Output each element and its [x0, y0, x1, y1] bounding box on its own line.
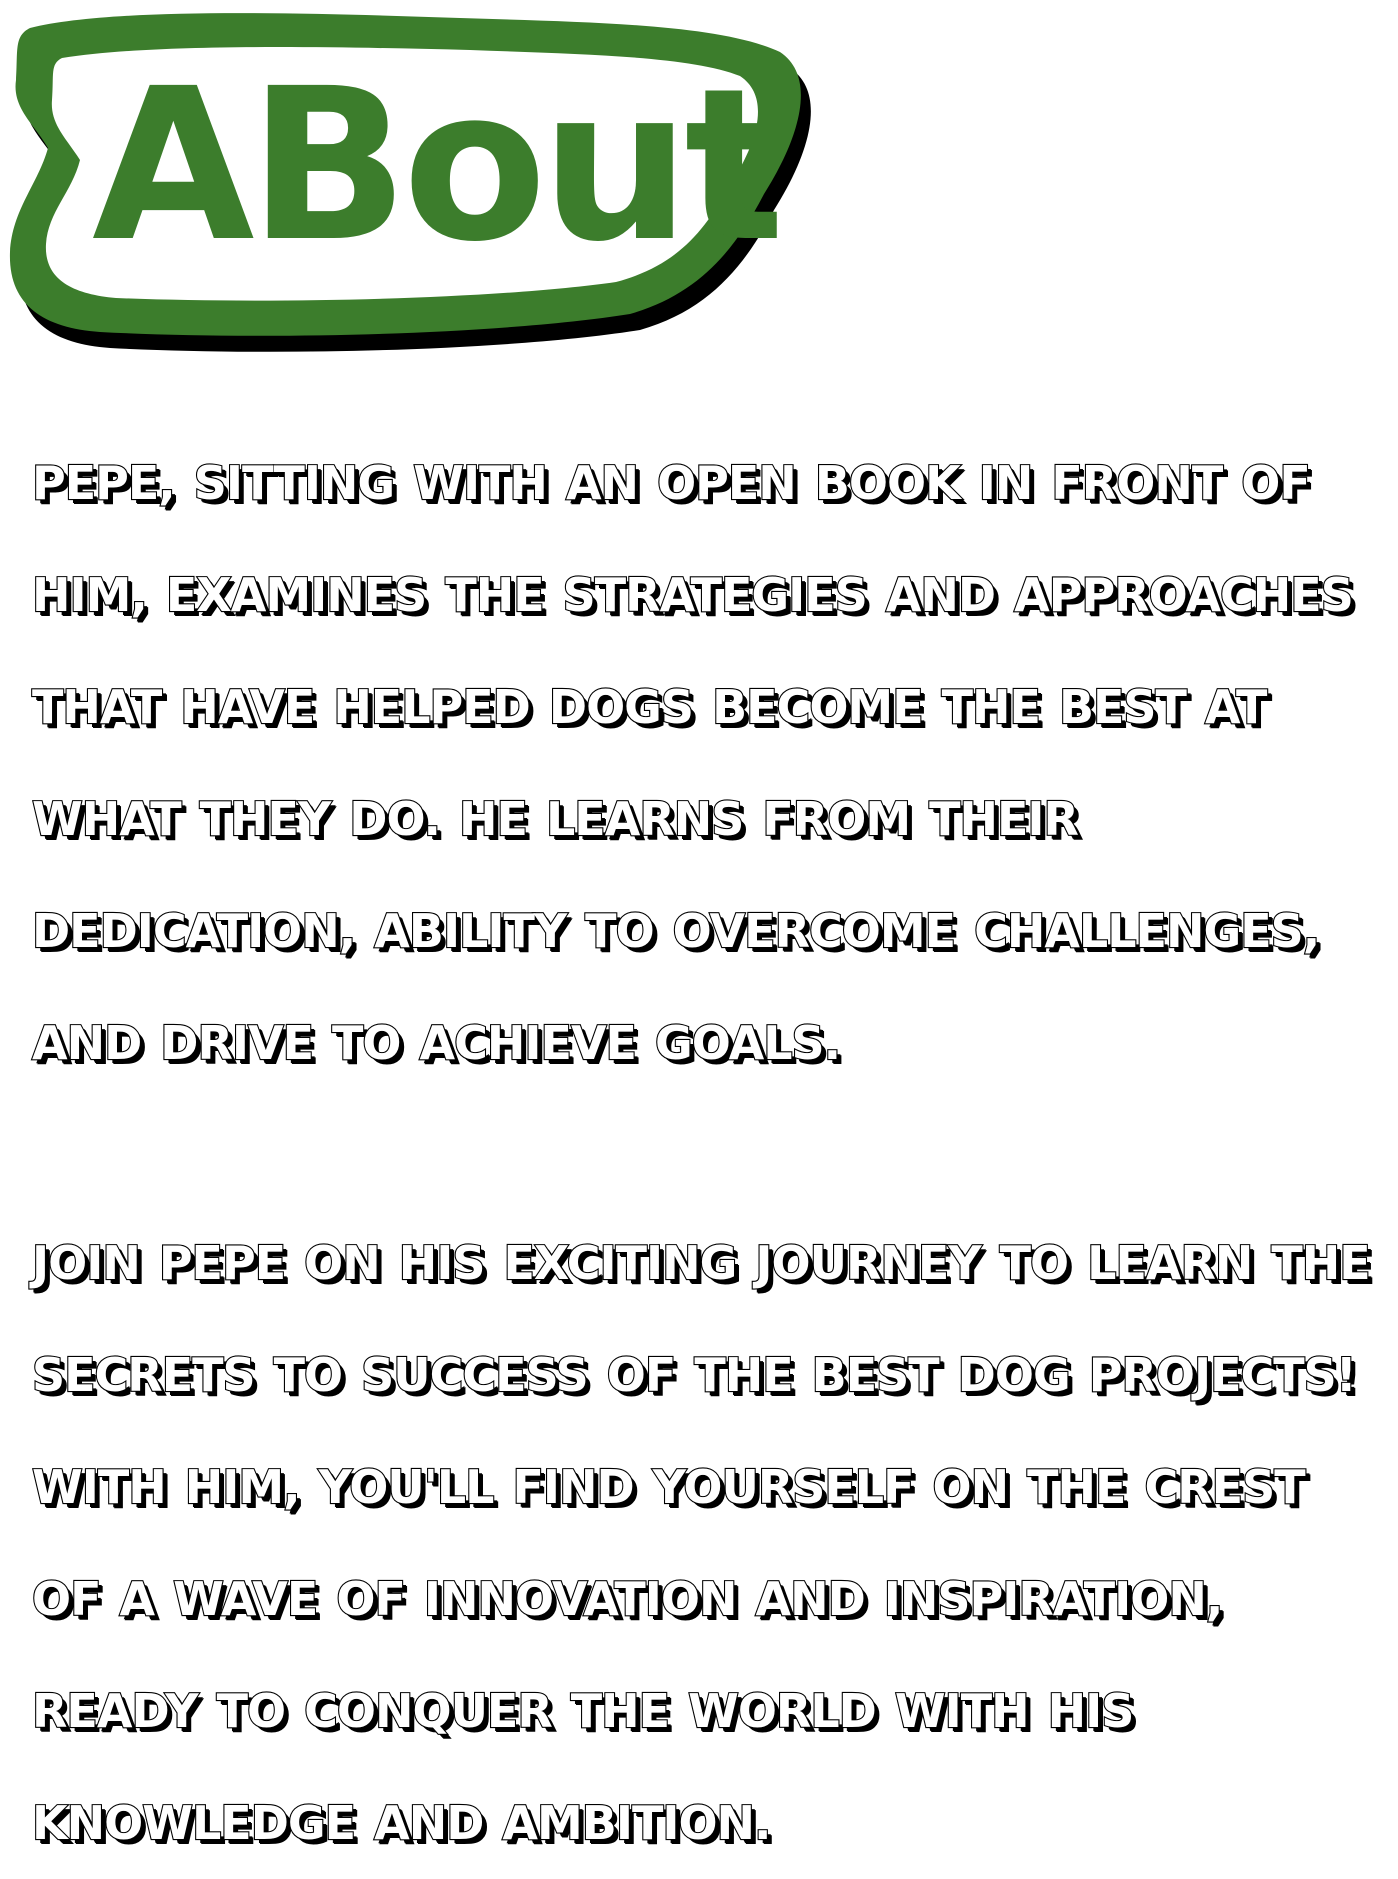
- about-heading-badge-graphic: ABout: [9, 13, 811, 352]
- page-title: ABout: [92, 43, 780, 288]
- about-paragraph-1: Pepe, sitting with an open book in front…: [31, 455, 1355, 1071]
- about-heading-badge: ABout: [0, 0, 820, 370]
- about-paragraph-2: Join Pepe on his exciting journey to lea…: [31, 1235, 1372, 1851]
